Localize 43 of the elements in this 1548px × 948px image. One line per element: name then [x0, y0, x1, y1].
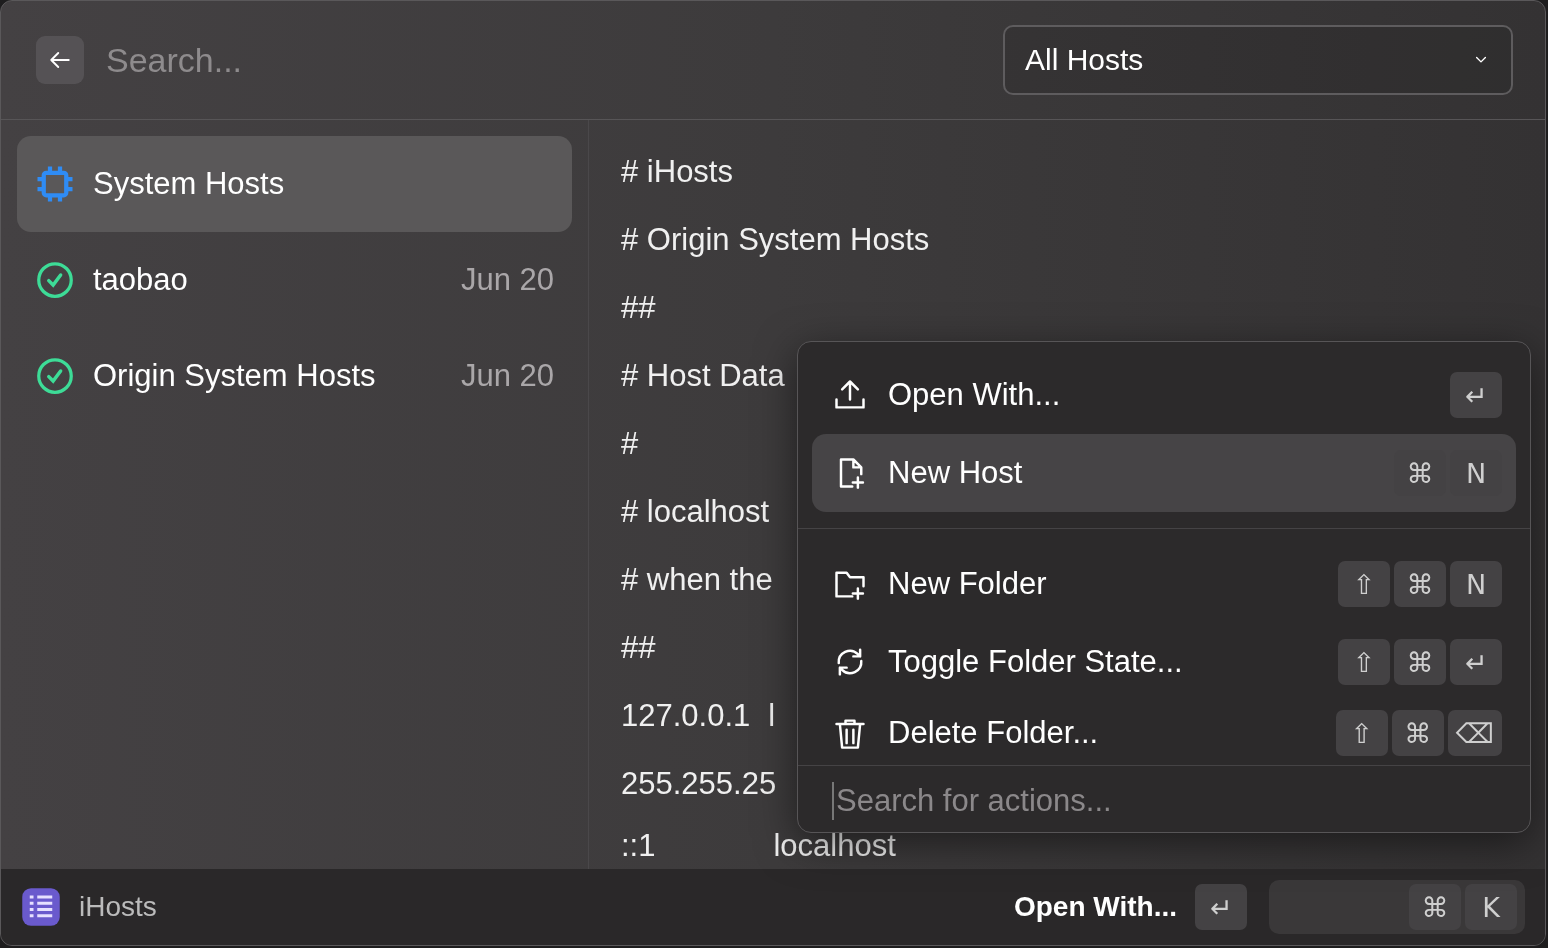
code-line: # when the [621, 562, 773, 598]
search-field[interactable]: Search... [104, 39, 983, 81]
code-line: ## [621, 290, 656, 326]
code-line: ::1 [621, 828, 656, 864]
shortcut-key: ↵ [1450, 639, 1502, 685]
shortcut-key: K [1465, 884, 1517, 930]
sidebar-item[interactable]: taobao Jun 20 [17, 232, 572, 328]
code-line: 127.0.0.1 [621, 698, 751, 734]
shortcut-key: ⌘ [1391, 710, 1444, 756]
hosts-dropdown[interactable]: All Hosts [1003, 25, 1513, 95]
app-name: iHosts [79, 891, 158, 923]
open-with-button[interactable]: Open With... [1013, 891, 1177, 923]
code-line: ## [621, 630, 656, 666]
menu-item[interactable]: Toggle Folder State... ⇧ ⌘ ↵ [812, 623, 1516, 701]
sidebar-item[interactable]: System Hosts [17, 136, 572, 232]
code-line: 255.255.25 [621, 766, 777, 802]
code-line: l [768, 698, 776, 734]
shortcut-key: ↵ [1195, 884, 1247, 930]
menu-item[interactable]: New Host ⌘ N [812, 434, 1516, 512]
shortcut-key: N [1450, 561, 1502, 607]
shortcut-key: ⇧ [1338, 561, 1390, 607]
shortcut-key: ⌘ [1394, 561, 1446, 607]
code-line: # [621, 426, 639, 462]
app-icon [21, 887, 61, 927]
chip-icon [35, 164, 75, 204]
code-line: localhost [773, 828, 896, 864]
action-search-field[interactable]: Search for actions... [832, 782, 1496, 820]
shortcut-key: ⇧ [1335, 710, 1388, 756]
actions-button[interactable]: ⌘ K [1269, 880, 1525, 934]
sidebar-item[interactable]: Origin System Hosts Jun 20 [17, 328, 572, 424]
shortcut-key: ⌫ [1447, 710, 1502, 756]
shortcut-key: ↵ [1450, 372, 1502, 418]
shortcut-key: ⇧ [1338, 639, 1390, 685]
shortcut-key: ⌘ [1394, 639, 1446, 685]
code-line: # Origin System Hosts [621, 222, 930, 258]
code-line: # iHosts [621, 154, 733, 190]
shortcut-key: ⌘ [1409, 884, 1461, 930]
code-line: # Host Data [621, 358, 785, 394]
menu-item[interactable]: Open With... ↵ [812, 356, 1516, 434]
menu-item[interactable]: New Folder ⇧ ⌘ N [812, 545, 1516, 623]
back-button[interactable] [36, 36, 84, 84]
code-line: # localhost [621, 494, 770, 530]
menu-item[interactable]: Delete Folder... ⇧ ⌘ ⌫ [812, 701, 1516, 765]
